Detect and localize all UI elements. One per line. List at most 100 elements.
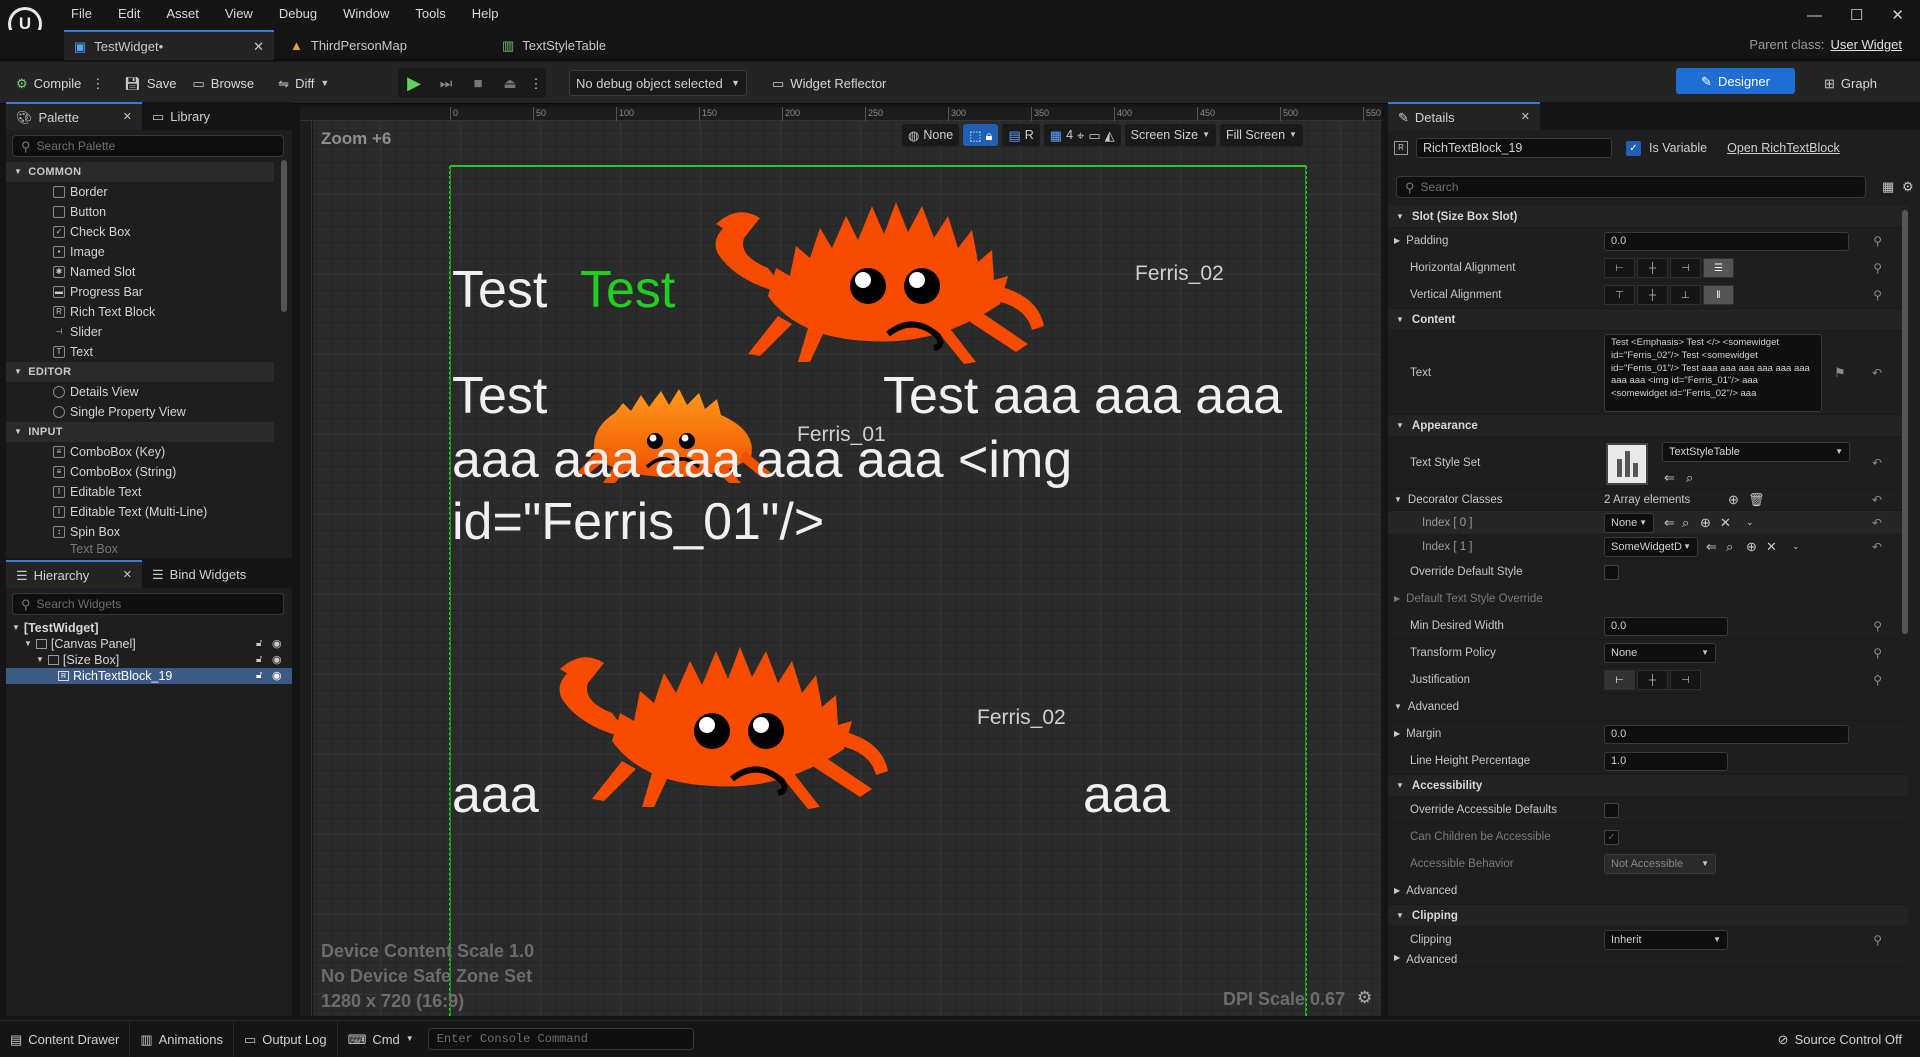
palette-category-input[interactable]: ▼ INPUT xyxy=(6,422,274,442)
decorator-index-0-dropdown[interactable]: None ▼ xyxy=(1604,512,1654,533)
line-height-input[interactable]: 1.0 xyxy=(1604,751,1728,771)
lock-icon[interactable]: 🔓︎ xyxy=(256,639,262,649)
vertical-alignment-buttons[interactable]: ⊤ ┼ ⊥ ‖ xyxy=(1604,285,1734,305)
add-element-icon[interactable]: ⊕ xyxy=(1728,493,1739,506)
background-toggle-button[interactable]: ◍ None xyxy=(902,124,960,146)
palette-item-progress-bar[interactable]: ▬ Progress Bar xyxy=(6,282,274,302)
fill-screen-dropdown[interactable]: Fill Screen ▼ xyxy=(1219,124,1303,146)
eye-icon[interactable]: ◉ xyxy=(272,670,282,682)
source-control-button[interactable]: ⊘ Source Control Off xyxy=(1768,1021,1912,1057)
details-search-input[interactable]: ⚲ Search xyxy=(1396,176,1866,198)
cmd-dropdown[interactable]: ⌨ Cmd ▼ xyxy=(336,1021,424,1057)
reset-arrow-icon[interactable]: ↶ xyxy=(1872,494,1882,506)
respect-locks-button[interactable]: ▤ R xyxy=(1002,124,1040,146)
browse-asset-icon[interactable]: ⌕ xyxy=(1686,471,1693,484)
graph-button[interactable]: ⊞ Graph xyxy=(1818,68,1883,98)
play-icon[interactable]: ▶ xyxy=(402,74,426,92)
browse-asset-icon[interactable]: ⌕ xyxy=(1682,516,1689,529)
step-icon[interactable]: ⏭ xyxy=(434,76,458,90)
palette-item-button[interactable]: Button xyxy=(6,202,274,222)
palette-item-editable-text[interactable]: I Editable Text xyxy=(6,482,274,502)
can-children-checkbox[interactable]: ✓ xyxy=(1604,829,1619,845)
widget-name-input[interactable]: RichTextBlock_19 xyxy=(1416,138,1612,158)
align-top-icon[interactable]: ⊤ xyxy=(1604,285,1635,305)
tab-textstyletable[interactable]: ▥ TextStyleTable xyxy=(492,30,616,60)
insert-icon[interactable]: ⊕ xyxy=(1700,516,1711,529)
widget-reflector-button[interactable]: ▭ Widget Reflector xyxy=(766,68,892,98)
palette-category-editor[interactable]: ▼ EDITOR xyxy=(6,362,274,382)
palette-item-image[interactable]: ▪ Image xyxy=(6,242,274,262)
browse-asset-icon[interactable]: ⌕ xyxy=(1726,540,1733,553)
close-window-icon[interactable]: ✕ xyxy=(1891,6,1904,24)
palette-item-check-box[interactable]: ✓ Check Box xyxy=(6,222,274,242)
transform-policy-dropdown[interactable]: None ▼ xyxy=(1604,643,1716,663)
chevron-down-icon[interactable]: ⌄ xyxy=(1792,542,1800,551)
lock-icon[interactable]: 🔓︎ xyxy=(256,671,262,681)
accessible-behavior-dropdown[interactable]: Not Accessible ▼ xyxy=(1604,854,1716,874)
tree-row-canvas-panel[interactable]: ▼ [Canvas Panel] 🔓︎ ◉ xyxy=(6,636,292,652)
palette-item-slider[interactable]: ⊣ Slider xyxy=(6,322,274,342)
tree-row-size-box[interactable]: ▼ [Size Box] 🔓︎ ◉ xyxy=(6,652,292,668)
tab-thirdpersonmap[interactable]: ▲ ThirdPersonMap xyxy=(280,30,417,60)
palette-item-single-property-view[interactable]: Single Property View xyxy=(6,402,274,422)
reset-arrow-icon[interactable]: ↶ xyxy=(1872,457,1882,469)
text-style-thumbnail[interactable] xyxy=(1606,443,1648,485)
reset-arrow-icon[interactable]: ↶ xyxy=(1872,367,1882,379)
use-selected-icon[interactable]: ⇐ xyxy=(1706,540,1717,553)
section-slot[interactable]: ▼ Slot (Size Box Slot) xyxy=(1388,206,1908,228)
close-tab-icon[interactable]: ✕ xyxy=(253,40,264,53)
close-tab-icon[interactable]: ✕ xyxy=(1521,111,1530,123)
palette-item-text[interactable]: T Text xyxy=(6,342,274,362)
palette-scrollbar[interactable] xyxy=(281,160,287,312)
eject-icon[interactable]: ⏏ xyxy=(498,76,522,90)
parent-class-link[interactable]: User Widget xyxy=(1830,37,1902,52)
align-bottom-icon[interactable]: ⊥ xyxy=(1670,285,1701,305)
align-left-icon[interactable]: ⊢ xyxy=(1604,258,1635,278)
save-button[interactable]: 💾︎ Save xyxy=(118,68,182,98)
settings-gear-icon[interactable]: ⚙ xyxy=(1902,180,1914,193)
diff-button[interactable]: ⇋ Diff ▼ xyxy=(272,68,335,98)
padding-input[interactable]: 0.0 xyxy=(1604,231,1849,251)
tab-bind-widgets[interactable]: ☰ Bind Widgets xyxy=(142,560,256,588)
text-value-input[interactable]: Test <Emphasis> Test </> <somewidget id=… xyxy=(1604,334,1822,412)
chevron-down-icon[interactable]: ⌄ xyxy=(1746,518,1754,527)
grid-snap-button[interactable]: ▦ 4 ⌖ ▭ ◭ xyxy=(1043,124,1121,146)
section-appearance[interactable]: ▼ Appearance xyxy=(1388,415,1908,437)
pin-icon[interactable]: ⚲ xyxy=(1873,934,1882,946)
palette-item-rich-text-block[interactable]: R Rich Text Block xyxy=(6,302,274,322)
play-options-icon[interactable]: ⋮ xyxy=(530,77,543,90)
min-desired-width-input[interactable]: 0.0 xyxy=(1604,616,1728,636)
open-richtextblock-link[interactable]: Open RichTextBlock xyxy=(1727,141,1840,155)
tab-palette[interactable]: 🎨︎ Palette ✕ xyxy=(6,102,142,130)
row-advanced-3[interactable]: ▶ Advanced xyxy=(1388,954,1908,968)
align-fill-vertical-icon[interactable]: ‖ xyxy=(1703,285,1734,305)
lock-toggle-button[interactable]: ⬚ 🔒︎ xyxy=(963,124,999,146)
table-view-icon[interactable]: ▦ xyxy=(1882,180,1894,193)
align-fill-icon[interactable]: ☰ xyxy=(1703,258,1734,278)
pin-icon[interactable]: ⚲ xyxy=(1873,647,1882,659)
section-clipping[interactable]: ▼ Clipping xyxy=(1388,905,1908,927)
margin-input[interactable]: 0.0 xyxy=(1604,724,1849,744)
reset-arrow-icon[interactable]: ↶ xyxy=(1872,517,1882,529)
horizontal-alignment-buttons[interactable]: ⊢ ┼ ⊣ ☰ xyxy=(1604,258,1734,278)
clear-icon[interactable]: ✕ xyxy=(1766,540,1777,553)
menu-window[interactable]: Window xyxy=(343,6,389,21)
delete-all-icon[interactable]: 🗑︎ xyxy=(1748,493,1765,506)
justify-right-icon[interactable]: ⊣ xyxy=(1670,670,1701,690)
stop-icon[interactable]: ■ xyxy=(466,76,490,91)
palette-search-input[interactable]: ⚲ Search Palette xyxy=(12,135,284,157)
palette-item-details-view[interactable]: Details View xyxy=(6,382,274,402)
browse-button[interactable]: ▭ Browse xyxy=(187,68,261,98)
palette-item-editable-text-multiline[interactable]: I Editable Text (Multi-Line) xyxy=(6,502,274,522)
clipping-dropdown[interactable]: Inherit ▼ xyxy=(1604,930,1728,950)
justification-buttons[interactable]: ⊢ ┼ ⊣ xyxy=(1604,670,1701,690)
tab-hierarchy[interactable]: ☰ Hierarchy ✕ xyxy=(6,560,142,588)
is-variable-checkbox[interactable]: ✓ xyxy=(1626,140,1641,156)
minimize-icon[interactable]: — xyxy=(1807,7,1822,24)
designer-canvas[interactable]: Zoom +6 ◍ None ⬚ 🔒︎ ▤ R ▦ 4 ⌖ ▭ ◭ Screen Size ▼ … xyxy=(313,121,1381,1016)
text-style-set-dropdown[interactable]: TextStyleTable ▼ xyxy=(1662,442,1850,462)
align-right-icon[interactable]: ⊣ xyxy=(1670,258,1701,278)
console-command-input[interactable]: Enter Console Command xyxy=(427,1028,694,1050)
output-log-button[interactable]: ▭ Output Log xyxy=(232,1021,337,1057)
palette-category-common[interactable]: ▼ COMMON xyxy=(6,162,274,182)
